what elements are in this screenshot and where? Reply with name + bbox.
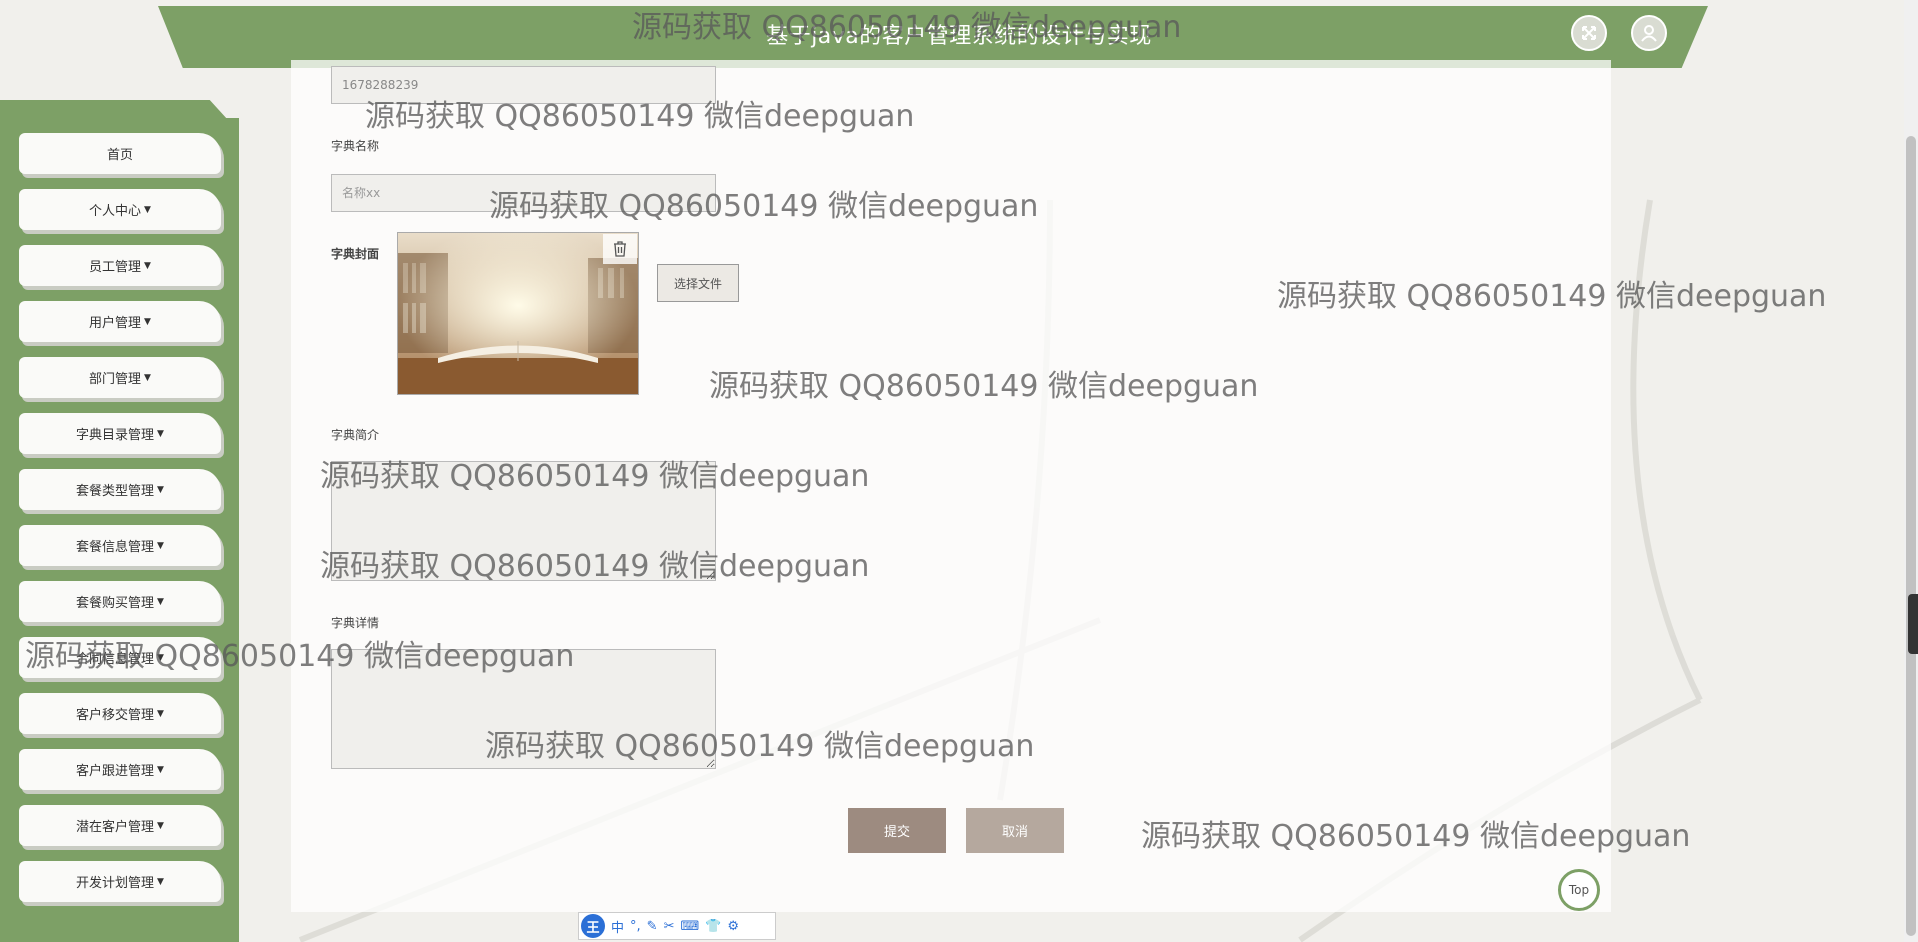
caret-down-icon: ▼ — [144, 204, 151, 215]
sidebar-item[interactable]: 合同信息管理 ▼ — [19, 637, 221, 678]
caret-down-icon: ▼ — [157, 764, 164, 775]
sidebar-item-label: 用户管理 — [89, 316, 142, 331]
sidebar-item[interactable]: 潜在客户管理 ▼ — [19, 805, 221, 846]
keyboard-icon[interactable]: ⌨ — [680, 919, 699, 934]
sidebar-item[interactable]: 个人中心 ▼ — [19, 189, 221, 230]
choose-file-button[interactable]: 选择文件 — [657, 264, 739, 302]
sidebar-item-label: 套餐类型管理 — [76, 484, 155, 499]
sidebar-item[interactable]: 字典目录管理 ▼ — [19, 413, 221, 454]
caret-down-icon: ▼ — [157, 596, 164, 607]
dictionary-name-field[interactable] — [331, 174, 716, 212]
skin-shirt-icon[interactable]: 👕 — [705, 919, 721, 934]
ime-logo-icon[interactable]: 王 — [581, 914, 605, 938]
sidebar-item-label: 潜在客户管理 — [76, 820, 155, 835]
dictionary-detail-textarea[interactable] — [331, 649, 716, 769]
back-to-top-button[interactable]: Top — [1558, 869, 1600, 911]
sidebar-item-label: 套餐信息管理 — [76, 540, 155, 555]
sidebar-item[interactable]: 套餐购买管理 ▼ — [19, 581, 221, 622]
sidebar-item-label: 套餐购买管理 — [76, 596, 155, 611]
sidebar-item-label: 开发计划管理 — [76, 876, 155, 891]
handwriting-pen-icon[interactable]: ✎ — [647, 919, 658, 934]
dictionary-name-label: 字典名称 — [331, 139, 380, 153]
sidebar-item-label: 合同信息管理 — [76, 652, 155, 667]
caret-down-icon: ▼ — [157, 540, 164, 551]
settings-gear-icon[interactable]: ⚙ — [727, 919, 739, 934]
sidebar-item[interactable]: 套餐类型管理 ▼ — [19, 469, 221, 510]
ime-toolbar: 王 中 °, ✎ ✂ ⌨ 👕 ⚙ — [578, 912, 776, 940]
trash-icon — [614, 241, 626, 257]
sidebar-item-label: 首页 — [106, 148, 133, 163]
sidebar-item-label: 客户移交管理 — [76, 708, 155, 723]
caret-down-icon: ▼ — [144, 316, 151, 327]
caret-down-icon: ▼ — [144, 372, 151, 383]
dictionary-intro-label: 字典简介 — [331, 428, 380, 442]
caret-down-icon: ▼ — [157, 484, 164, 495]
expand-icon — [1582, 26, 1596, 40]
user-icon — [1641, 25, 1657, 42]
sidebar-item-label: 客户跟进管理 — [76, 764, 155, 779]
sidebar-item[interactable]: 首页 — [19, 133, 221, 174]
dictionary-detail-label: 字典详情 — [331, 616, 380, 630]
sidebar-item-label: 部门管理 — [89, 372, 142, 387]
caret-down-icon: ▼ — [157, 428, 164, 439]
sidebar-item[interactable]: 客户移交管理 ▼ — [19, 693, 221, 734]
caret-down-icon: ▼ — [157, 820, 164, 831]
submit-button[interactable]: 提交 — [848, 808, 946, 853]
dictionary-cover-label: 字典封面 — [331, 247, 380, 261]
scrollbar-thumb[interactable] — [1906, 136, 1916, 936]
caret-down-icon: ▼ — [144, 260, 151, 271]
caret-down-icon: ▼ — [157, 876, 164, 887]
side-panel-handle[interactable] — [1908, 594, 1918, 654]
dictionary-intro-textarea[interactable] — [331, 461, 716, 581]
sidebar-top-tab — [0, 100, 228, 120]
cancel-button[interactable]: 取消 — [966, 808, 1064, 853]
sidebar-item-label: 员工管理 — [89, 260, 142, 275]
delete-image-button[interactable] — [603, 234, 637, 264]
dictionary-code-field[interactable] — [331, 66, 716, 104]
sidebar-item-label: 个人中心 — [89, 204, 142, 219]
fullscreen-button[interactable] — [1571, 15, 1607, 51]
sidebar-item[interactable]: 套餐信息管理 ▼ — [19, 525, 221, 566]
sidebar-item[interactable]: 员工管理 ▼ — [19, 245, 221, 286]
user-account-button[interactable] — [1631, 15, 1667, 51]
sidebar-item[interactable]: 开发计划管理 ▼ — [19, 861, 221, 902]
sidebar-item[interactable]: 用户管理 ▼ — [19, 301, 221, 342]
caret-down-icon: ▼ — [157, 708, 164, 719]
sidebar-item[interactable]: 客户跟进管理 ▼ — [19, 749, 221, 790]
caret-down-icon: ▼ — [157, 652, 164, 663]
sidebar-item-label: 字典目录管理 — [76, 428, 155, 443]
library-book-photo — [398, 233, 638, 394]
sidebar-item[interactable]: 部门管理 ▼ — [19, 357, 221, 398]
punctuation-icon[interactable]: °, — [630, 919, 641, 934]
ime-mode-toggle[interactable]: 中 — [611, 917, 624, 936]
scissors-icon[interactable]: ✂ — [664, 919, 675, 934]
